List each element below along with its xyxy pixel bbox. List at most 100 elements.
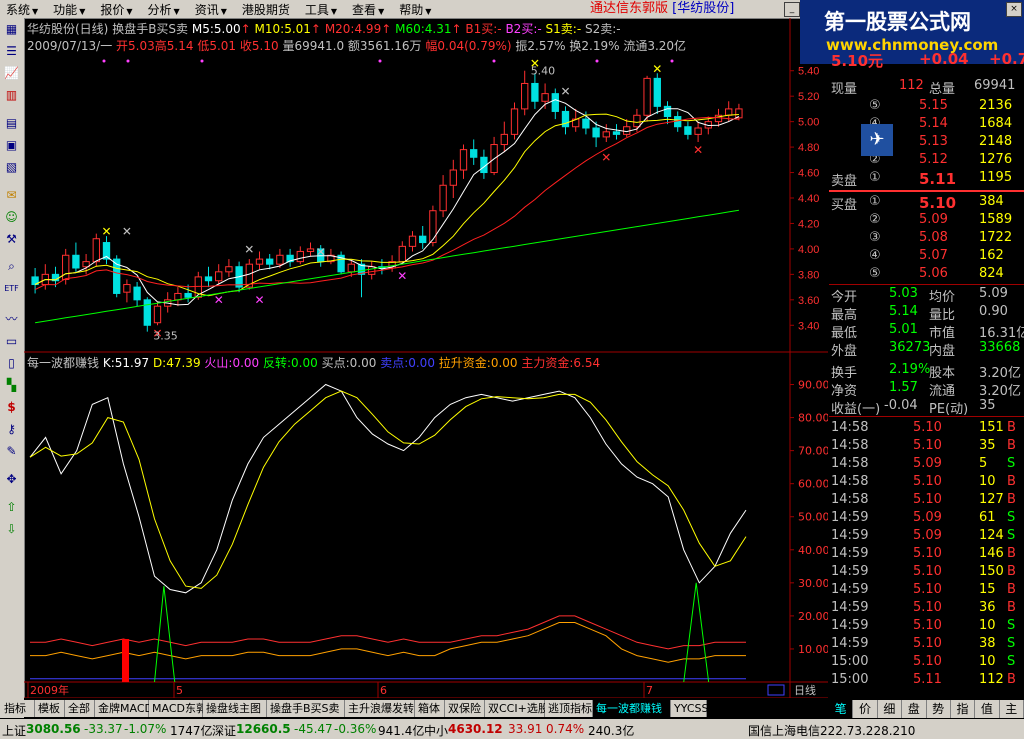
window-icon[interactable]: ▭ xyxy=(3,332,20,349)
wave-icon[interactable]: 〰 xyxy=(3,310,20,327)
tab-10[interactable]: 双CCI+选股 xyxy=(485,700,549,717)
users-icon[interactable]: ☺ xyxy=(3,208,20,225)
b2-signal-icon: ✕ xyxy=(214,293,224,307)
tab-13[interactable]: YYCSS xyxy=(671,700,708,717)
quote-tab-3[interactable]: 盘 xyxy=(902,700,927,718)
tab-7[interactable]: 主升浪爆发转 xyxy=(345,700,415,717)
key-icon[interactable]: ⚷ xyxy=(3,420,20,437)
arrow-up-icon[interactable]: ⇧ xyxy=(3,498,20,515)
document-icon[interactable]: ▣ xyxy=(3,136,20,153)
bar-chart-icon[interactable]: ▥ xyxy=(3,86,20,103)
price-axis-label: 3.80 xyxy=(798,269,819,281)
tab-0[interactable]: 指标 xyxy=(1,700,35,717)
sz-change: -45.47 xyxy=(294,722,333,736)
menu-item-2[interactable]: 报价 ▼ xyxy=(94,1,141,18)
menu-label: 报价 xyxy=(100,2,125,17)
menu-item-6[interactable]: 工具 ▼ xyxy=(299,1,346,18)
quote-cell: 收益(一) xyxy=(831,402,881,417)
menu-item-7[interactable]: 查看 ▼ xyxy=(346,1,393,18)
tab-6[interactable]: 操盘手B买S卖 xyxy=(267,700,345,717)
tab-11[interactable]: 逃顶指标 xyxy=(545,700,593,717)
bid-row: ① 5.10 384 买盘 xyxy=(829,194,1024,213)
mail-icon[interactable]: ✉ xyxy=(3,186,20,203)
tools-icon[interactable]: ⚒ xyxy=(3,230,20,247)
table-icon[interactable]: ▤ xyxy=(3,114,20,131)
candle-body xyxy=(449,169,457,186)
buy-signal-icon: ✕ xyxy=(601,151,611,165)
quote-cell: 5.06 xyxy=(919,266,948,281)
quote-cell: 市值 xyxy=(929,326,956,341)
bar-volume: 量69941.0 xyxy=(282,39,345,53)
arrow-down-icon[interactable]: ⇩ xyxy=(3,520,20,537)
line-chart-icon[interactable]: 📈 xyxy=(3,64,20,81)
bar-change: 幅0.04(0.79%) xyxy=(425,39,512,53)
quote-tab-4[interactable]: 势 xyxy=(927,700,951,718)
tab-9[interactable]: 双保险 xyxy=(445,700,485,717)
menu-label: 系统 xyxy=(6,2,31,17)
menu-item-1[interactable]: 功能 ▼ xyxy=(47,1,94,18)
menu-item-0[interactable]: 系统 ▼ xyxy=(0,1,47,18)
close-icon[interactable]: × xyxy=(1006,2,1022,17)
price-axis-label: 4.40 xyxy=(798,193,819,205)
quote-cell: 14:59 xyxy=(831,636,869,651)
tab-2[interactable]: 全部 xyxy=(65,700,95,717)
sz-amount: 941.4亿 xyxy=(378,724,425,738)
quote-cell: 10 xyxy=(979,654,996,669)
quote-cell: S xyxy=(1007,654,1016,669)
candle-body xyxy=(408,235,417,247)
quote-cell: B xyxy=(1007,438,1016,453)
tab-1[interactable]: 模板 xyxy=(35,700,65,717)
tab-3[interactable]: 金牌MACD xyxy=(95,700,153,717)
report-icon[interactable]: ▧ xyxy=(3,158,20,175)
quote-tab-7[interactable]: 主 xyxy=(1000,700,1024,718)
candle-body xyxy=(551,93,559,112)
indicator-name: 换盘手B买S卖 xyxy=(112,22,189,36)
candle-body xyxy=(602,131,610,138)
x-axis-label: 2009年 xyxy=(30,683,69,697)
indicator-axis-label: 60.00 xyxy=(798,478,828,491)
tab-12[interactable]: 每一波都赚钱 xyxy=(593,700,671,717)
fanzhuan-spike xyxy=(154,586,176,683)
server-info: 国信上海电信222.73.228.210 xyxy=(748,724,916,738)
maidian2-value: 卖点:0.00 xyxy=(380,356,435,370)
quote-tab-2[interactable]: 细 xyxy=(878,700,903,718)
menu-item-4[interactable]: 资讯 ▼ xyxy=(189,1,236,18)
top-marker-dot xyxy=(378,59,382,63)
candle-body xyxy=(133,286,141,301)
quote-cell: 3.20亿 xyxy=(979,366,1021,381)
grid-icon[interactable]: ▦ xyxy=(3,20,20,37)
menu-item-8[interactable]: 帮助 ▼ xyxy=(393,1,440,18)
quote-cell: 今开 xyxy=(831,290,858,305)
quote-tab-1[interactable]: 价 xyxy=(853,700,878,718)
quote-cell: 33668 xyxy=(979,340,1021,355)
menu-item-3[interactable]: 分析 ▼ xyxy=(142,1,189,18)
tab-8[interactable]: 箱体 xyxy=(415,700,445,717)
quote-tab-0[interactable]: 笔 xyxy=(829,700,854,718)
search-icon[interactable]: ⌕ xyxy=(3,258,20,275)
quote-cell: 买盘 xyxy=(831,198,858,213)
move-icon[interactable]: ✥ xyxy=(3,470,20,487)
maidian-value: 买点:0.00 xyxy=(321,356,377,370)
price-axis-label: 4.80 xyxy=(798,142,819,154)
sh-change: -33.37 xyxy=(84,722,123,736)
menu-item-5[interactable]: 港股期货 xyxy=(236,1,299,18)
quote-cell: S xyxy=(1007,528,1016,543)
sh-label: 上证 xyxy=(2,724,27,738)
tab-4[interactable]: MACD东郭 xyxy=(149,700,207,717)
pin-icon[interactable]: ✎ xyxy=(3,442,20,459)
candle-body xyxy=(470,149,478,158)
quote-tab-5[interactable]: 指 xyxy=(951,700,976,718)
chart-compare-icon[interactable]: ▚ xyxy=(3,376,20,393)
dollar-icon[interactable]: $ xyxy=(3,398,20,415)
minimize-icon[interactable]: _ xyxy=(784,2,800,17)
quote-tab-6[interactable]: 值 xyxy=(975,700,1000,718)
etf-icon[interactable]: ETF xyxy=(3,280,20,297)
tab-5[interactable]: 操盘线主图 xyxy=(203,700,267,717)
sh-index: 3080.56 xyxy=(26,722,81,736)
zx-change: 33.91 xyxy=(508,722,543,736)
panel-icon[interactable]: ▯ xyxy=(3,354,20,371)
sz-pct: -0.36% xyxy=(334,722,377,736)
price-axis-label: 5.40 xyxy=(798,66,819,78)
list-icon[interactable]: ☰ xyxy=(3,42,20,59)
tick-row: 14:59 5.10 10 S xyxy=(829,618,1024,636)
